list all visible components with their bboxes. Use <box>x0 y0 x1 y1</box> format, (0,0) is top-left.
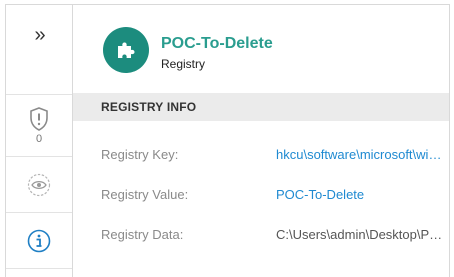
entity-badge <box>103 27 149 73</box>
main-content: POC-To-Delete Registry REGISTRY INFO Reg… <box>73 5 449 277</box>
threat-count: 0 <box>35 132 43 145</box>
entity-title: POC-To-Delete <box>161 35 273 52</box>
expand-panel-button[interactable]: » <box>6 5 72 95</box>
field-row-registry-data: Registry Data: C:\Users\admin\Desktop\PO… <box>73 227 449 247</box>
registry-value-label: Registry Value: <box>101 187 189 202</box>
section-title: REGISTRY INFO <box>101 100 197 114</box>
shield-alert-icon <box>30 106 48 131</box>
field-row-registry-key: Registry Key: hkcu\software\microsoft\wi… <box>73 147 449 167</box>
watch-tab[interactable] <box>6 157 72 213</box>
registry-data-value: C:\Users\admin\Desktop\POC-To-Delete.exe <box>276 227 444 242</box>
field-row-registry-value: Registry Value: POC-To-Delete <box>73 187 449 207</box>
threats-tab[interactable]: 0 <box>6 95 72 157</box>
expand-chevrons-icon: » <box>34 24 45 46</box>
info-tab[interactable] <box>6 213 72 269</box>
registry-value-link[interactable]: POC-To-Delete <box>276 187 444 202</box>
info-icon <box>27 229 51 252</box>
puzzle-piece-icon <box>118 42 135 58</box>
details-panel: » 0 POC-To-Delete Registry REGISTRY INFO… <box>5 4 450 277</box>
rail-spacer <box>6 269 72 277</box>
registry-key-link[interactable]: hkcu\software\microsoft\windows\currentv… <box>276 147 444 162</box>
registry-key-label: Registry Key: <box>101 147 179 162</box>
entity-type: Registry <box>161 57 206 71</box>
eye-watch-icon <box>27 173 51 196</box>
section-header: REGISTRY INFO <box>73 93 449 121</box>
side-rail: » 0 <box>6 5 73 277</box>
registry-data-label: Registry Data: <box>101 227 184 242</box>
entity-header: POC-To-Delete Registry <box>73 5 449 93</box>
